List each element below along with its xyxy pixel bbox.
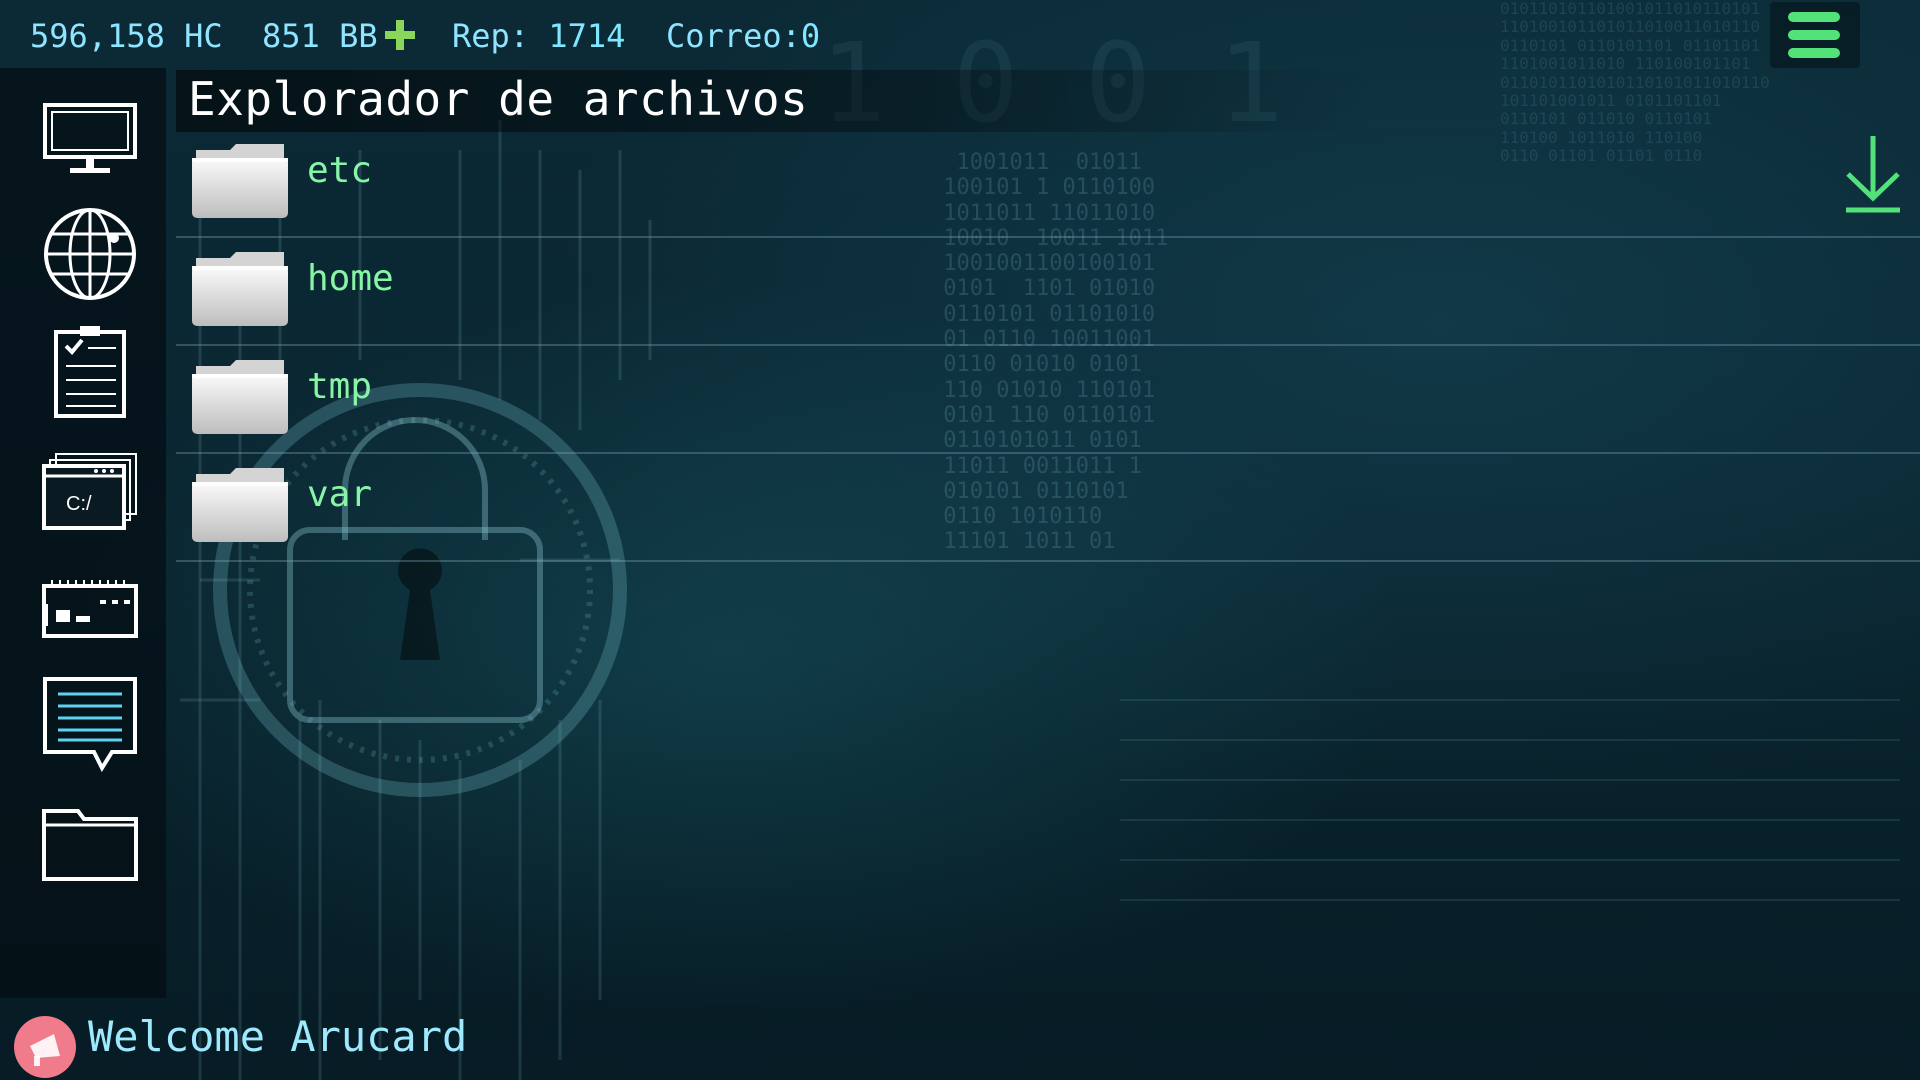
mail-label: Correo: [666, 17, 801, 55]
sidebar-item-files[interactable] [40, 792, 140, 892]
folder-row-etc[interactable]: etc [176, 128, 1920, 238]
menu-bar [1788, 30, 1840, 40]
page-title: Explorador de archivos [188, 72, 809, 126]
folder-icon [42, 809, 138, 881]
folder-name: var [307, 474, 373, 515]
menu-button[interactable] [1770, 2, 1860, 68]
megaphone-icon [30, 1034, 60, 1066]
server-hardware-icon [42, 580, 138, 638]
sidebar-item-network[interactable] [40, 204, 140, 304]
folder-name: etc [307, 150, 373, 191]
mail-counter[interactable]: Correo:0 [666, 14, 820, 58]
menu-bar [1788, 48, 1840, 58]
bb-balance: 851 BB [262, 17, 378, 55]
hc-balance: 596,158 HC [30, 17, 223, 55]
folder-icon [192, 468, 288, 542]
reputation: Rep: 1714 [452, 14, 625, 58]
clipboard-checklist-icon [54, 326, 126, 418]
game-screen: 1001011 01011 100101 1 0110100 1011011 1… [0, 0, 1920, 1080]
mail-value: 0 [800, 17, 821, 55]
folder-icon [192, 252, 288, 326]
folder-icon [192, 144, 288, 218]
sidebar-item-messages[interactable] [40, 674, 140, 774]
folder-icon [192, 360, 288, 434]
terminal-drive-label: C:/ [66, 493, 92, 515]
sidebar-item-computer[interactable] [40, 90, 140, 190]
plus-icon [385, 20, 415, 50]
welcome-message: Welcome Arucard [88, 1012, 468, 1061]
add-bb-button[interactable] [383, 18, 417, 52]
folder-name: tmp [307, 366, 373, 407]
sidebar-item-missions[interactable] [40, 322, 140, 422]
notification-avatar[interactable] [14, 1016, 76, 1078]
globe-icon [44, 208, 136, 300]
terminal-window-icon: C:/ [42, 453, 137, 530]
menu-bar [1788, 12, 1840, 22]
status-bar: 596,158 HC 851 BB Rep: 1714 Correo:0 [0, 0, 1920, 72]
reputation-value: 1714 [548, 17, 626, 55]
folder-row-tmp[interactable]: tmp [176, 344, 1920, 454]
explorer-title-bar: Explorador de archivos [176, 70, 1376, 132]
reputation-label: Rep: [452, 17, 530, 55]
chat-message-icon [43, 677, 137, 772]
sidebar: C:/ [0, 68, 166, 998]
folder-name: home [307, 258, 394, 299]
folder-row-var[interactable]: var [176, 452, 1920, 562]
sidebar-item-terminal[interactable]: C:/ [40, 442, 140, 542]
folder-row-home[interactable]: home [176, 236, 1920, 346]
monitor-icon [43, 103, 137, 173]
sidebar-item-hardware[interactable] [40, 560, 140, 660]
